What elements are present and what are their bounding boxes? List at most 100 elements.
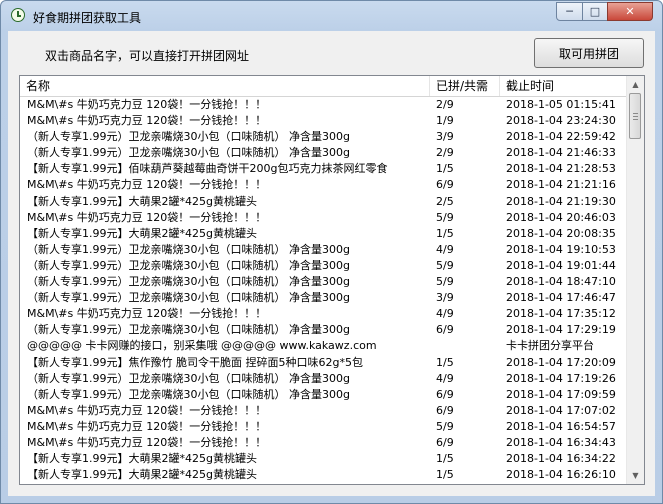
row-count: 1/5 [436, 226, 454, 240]
row-count: 4/9 [436, 371, 454, 385]
row-name[interactable]: 【新人专享1.99元】大萌果2罐*425g黄桃罐头 [27, 451, 427, 467]
row-name[interactable]: M&M\#s 牛奶巧克力豆 120袋！一分钱抢！！！ [27, 97, 427, 113]
table-row[interactable]: （新人专享1.99元）卫龙亲嘴烧30小包（口味随机） 净含量300g 2/9 201… [20, 145, 627, 161]
row-deadline: 2018-1-04 17:35:12 [506, 307, 616, 321]
row-deadline: 2018-1-04 17:19:26 [506, 371, 616, 385]
row-name[interactable]: （新人专享1.99元）卫龙亲嘴烧30小包（口味随机） 净含量300g [27, 145, 427, 161]
row-deadline: 2018-1-04 22:59:42 [506, 130, 616, 144]
column-header-deadline[interactable]: 截止时间 [500, 76, 627, 96]
row-name[interactable]: M&M\#s 牛奶巧克力豆 120袋！一分钱抢！！！ [27, 419, 427, 435]
row-deadline: 2018-1-04 21:21:16 [506, 178, 616, 192]
row-count: 6/9 [436, 323, 454, 337]
window-title: 好食期拼团获取工具 [33, 11, 142, 25]
row-count: 6/9 [436, 435, 454, 449]
table-row[interactable]: 【新人专享1.99元】大萌果2罐*425g黄桃罐头 1/5 2018-1-04 16… [20, 467, 627, 483]
vertical-scrollbar[interactable]: ▲ ▼ [626, 76, 644, 484]
row-deadline: 2018-1-04 16:54:57 [506, 419, 616, 433]
column-header-name[interactable]: 名称 [20, 76, 430, 96]
row-name[interactable]: M&M\#s 牛奶巧克力豆 120袋！一分钱抢！！！ [27, 403, 427, 419]
table-row[interactable]: （新人专享1.99元）卫龙亲嘴烧30小包（口味随机） 净含量300g 5/9 201… [20, 274, 627, 290]
row-count: 5/9 [436, 275, 454, 289]
row-name[interactable]: 【新人专享1.99元】大萌果2罐*425g黄桃罐头 [27, 226, 427, 242]
minimize-button[interactable]: ─ [556, 2, 583, 21]
clock-icon [11, 8, 25, 22]
table-row[interactable]: （新人专享1.99元）卫龙亲嘴烧30小包（口味随机） 净含量300g 3/9 201… [20, 129, 627, 145]
scroll-down-icon[interactable]: ▼ [627, 467, 644, 484]
title-bar[interactable]: 好食期拼团获取工具 ─ □ ✕ [1, 1, 662, 31]
grip-line [633, 113, 638, 114]
row-name[interactable]: M&M\#s 牛奶巧克力豆 120袋！一分钱抢！！！ [27, 177, 427, 193]
row-name[interactable]: 【新人专享1.99元】焦作豫竹 脆司令干脆面 捏碎面5种口味62g*5包 [27, 355, 427, 371]
table-row[interactable]: M&M\#s 牛奶巧克力豆 120袋！一分钱抢！！！ 6/9 2018-1-04 1… [20, 403, 627, 419]
row-deadline: 2018-1-04 21:28:53 [506, 162, 616, 176]
row-deadline: 卡卡拼团分享平台 [506, 339, 594, 353]
maximize-button[interactable]: □ [582, 2, 608, 21]
table-row[interactable]: （新人专享1.99元）卫龙亲嘴烧30小包（口味随机） 净含量300g 5/9 201… [20, 258, 627, 274]
row-count: 5/9 [436, 258, 454, 272]
row-name[interactable]: （新人专享1.99元）卫龙亲嘴烧30小包（口味随机） 净含量300g [27, 242, 427, 258]
table-row[interactable]: M&M\#s 牛奶巧克力豆 120袋！一分钱抢！！！ 1/9 2018-1-04 2… [20, 113, 627, 129]
table-row[interactable]: M&M\#s 牛奶巧克力豆 120袋！一分钱抢！！！ 2/9 2018-1-05 0… [20, 97, 627, 113]
row-name[interactable]: （新人专享1.99元）卫龙亲嘴烧30小包（口味随机） 净含量300g [27, 387, 427, 403]
table-row[interactable]: （新人专享1.99元）卫龙亲嘴烧30小包（口味随机） 净含量300g 3/9 201… [20, 290, 627, 306]
row-count: 4/9 [436, 242, 454, 256]
row-name[interactable]: M&M\#s 牛奶巧克力豆 120袋！一分钱抢！！！ [27, 435, 427, 451]
table-row[interactable]: M&M\#s 牛奶巧克力豆 120袋！一分钱抢！！！ 5/9 2018-1-04 2… [20, 210, 627, 226]
row-name[interactable]: （新人专享1.99元）卫龙亲嘴烧30小包（口味随机） 净含量300g [27, 290, 427, 306]
table-row[interactable]: （新人专享1.99元）卫龙亲嘴烧30小包（口味随机） 净含量300g 4/9 201… [20, 242, 627, 258]
table-row[interactable]: M&M\#s 牛奶巧克力豆 120袋！一分钱抢！！！ 4/9 2018-1-04 1… [20, 306, 627, 322]
table-row[interactable]: （新人专享1.99元）卫龙亲嘴烧30小包（口味随机） 净含量300g 6/9 201… [20, 322, 627, 338]
row-count: 4/9 [436, 307, 454, 321]
row-deadline: 2018-1-04 19:10:53 [506, 242, 616, 256]
row-name[interactable]: （新人专享1.99元）卫龙亲嘴烧30小包（口味随机） 净含量300g [27, 274, 427, 290]
row-deadline: 2018-1-04 16:34:22 [506, 452, 616, 466]
table-row[interactable]: （新人专享1.99元）卫龙亲嘴烧30小包（口味随机） 净含量300g 6/9 201… [20, 387, 627, 403]
get-available-groups-button[interactable]: 取可用拼团 [534, 38, 644, 68]
table-row[interactable]: M&M\#s 牛奶巧克力豆 120袋！一分钱抢！！！ 6/9 2018-1-04 2… [20, 177, 627, 193]
row-name[interactable]: M&M\#s 牛奶巧克力豆 120袋！一分钱抢！！！ [27, 306, 427, 322]
row-deadline: 2018-1-04 23:24:30 [506, 114, 616, 128]
row-count: 6/9 [436, 387, 454, 401]
row-count: 1/5 [436, 355, 454, 369]
row-count: 5/9 [436, 210, 454, 224]
instruction-label: 双击商品名字，可以直接打开拼团网址 [45, 49, 250, 63]
row-count: 2/5 [436, 194, 454, 208]
row-deadline: 2018-1-04 17:29:19 [506, 323, 616, 337]
table-row[interactable]: M&M\#s 牛奶巧克力豆 120袋！一分钱抢！！！ 5/9 2018-1-04 1… [20, 419, 627, 435]
row-deadline: 2018-1-04 21:46:33 [506, 146, 616, 160]
group-list[interactable]: 名称 已拼/共需 截止时间 M&M\#s 牛奶巧克力豆 120袋！一分钱抢！！！… [19, 75, 645, 485]
row-name[interactable]: （新人专享1.99元）卫龙亲嘴烧30小包（口味随机） 净含量300g [27, 258, 427, 274]
row-count: 2/9 [436, 98, 454, 111]
table-row[interactable]: 【新人专享1.99元】焦作豫竹 脆司令干脆面 捏碎面5种口味62g*5包 1/5 2… [20, 355, 627, 371]
column-header-count[interactable]: 已拼/共需 [430, 76, 500, 96]
row-name[interactable]: （新人专享1.99元）卫龙亲嘴烧30小包（口味随机） 净含量300g [27, 322, 427, 338]
table-row[interactable]: 【新人专享1.99元】大萌果2罐*425g黄桃罐头 2/5 2018-1-04 21… [20, 194, 627, 210]
row-name[interactable]: （新人专享1.99元）卫龙亲嘴烧30小包（口味随机） 净含量300g [27, 371, 427, 387]
table-row[interactable]: （新人专享1.99元）卫龙亲嘴烧30小包（口味随机） 净含量300g 4/9 201… [20, 371, 627, 387]
table-row[interactable]: M&M\#s 牛奶巧克力豆 120袋！一分钱抢！！！ 6/9 2018-1-04 1… [20, 435, 627, 451]
row-name[interactable]: （新人专享1.99元）卫龙亲嘴烧30小包（口味随机） 净含量300g [27, 129, 427, 145]
row-name[interactable]: M&M\#s 牛奶巧克力豆 120袋！一分钱抢！！！ [27, 113, 427, 129]
row-name[interactable]: 【新人专享1.99元】大萌果2罐*425g黄桃罐头 [27, 194, 427, 210]
row-count: 1/5 [436, 162, 454, 176]
row-name[interactable]: @@@@@ 卡卡网赚的接口，别采集哦 @@@@@ www.kakawz.com [27, 338, 427, 354]
close-button[interactable]: ✕ [607, 2, 653, 21]
scroll-thumb[interactable] [629, 93, 641, 139]
row-deadline: 2018-1-04 18:47:10 [506, 275, 616, 289]
table-row[interactable]: 【新人专享1.99元】大萌果2罐*425g黄桃罐头 1/5 2018-1-04 20… [20, 226, 627, 242]
row-deadline: 2018-1-04 17:20:09 [506, 355, 616, 369]
row-name[interactable]: 【新人专享1.99元】大萌果2罐*425g黄桃罐头 [27, 467, 427, 483]
row-deadline: 2018-1-04 16:26:10 [506, 468, 616, 482]
row-name[interactable]: 【新人专享1.99元】佰味葫芦葵越莓曲奇饼干200g包巧克力抹茶网红零食 [27, 161, 427, 177]
table-row[interactable]: 【新人专享1.99元】佰味葫芦葵越莓曲奇饼干200g包巧克力抹茶网红零食 1/5 2… [20, 161, 627, 177]
row-deadline: 2018-1-04 17:07:02 [506, 403, 616, 417]
table-row[interactable]: @@@@@ 卡卡网赚的接口，别采集哦 @@@@@ www.kakawz.com 卡… [20, 338, 627, 354]
row-count: 6/9 [436, 403, 454, 417]
row-deadline: 2018-1-04 16:34:43 [506, 435, 616, 449]
row-count: 1/9 [436, 114, 454, 128]
table-row[interactable]: 【新人专享1.99元】大萌果2罐*425g黄桃罐头 1/5 2018-1-04 16… [20, 451, 627, 467]
row-deadline: 2018-1-04 19:01:44 [506, 258, 616, 272]
row-count: 3/9 [436, 291, 454, 305]
scroll-up-icon[interactable]: ▲ [627, 76, 644, 93]
row-name[interactable]: M&M\#s 牛奶巧克力豆 120袋！一分钱抢！！！ [27, 210, 427, 226]
